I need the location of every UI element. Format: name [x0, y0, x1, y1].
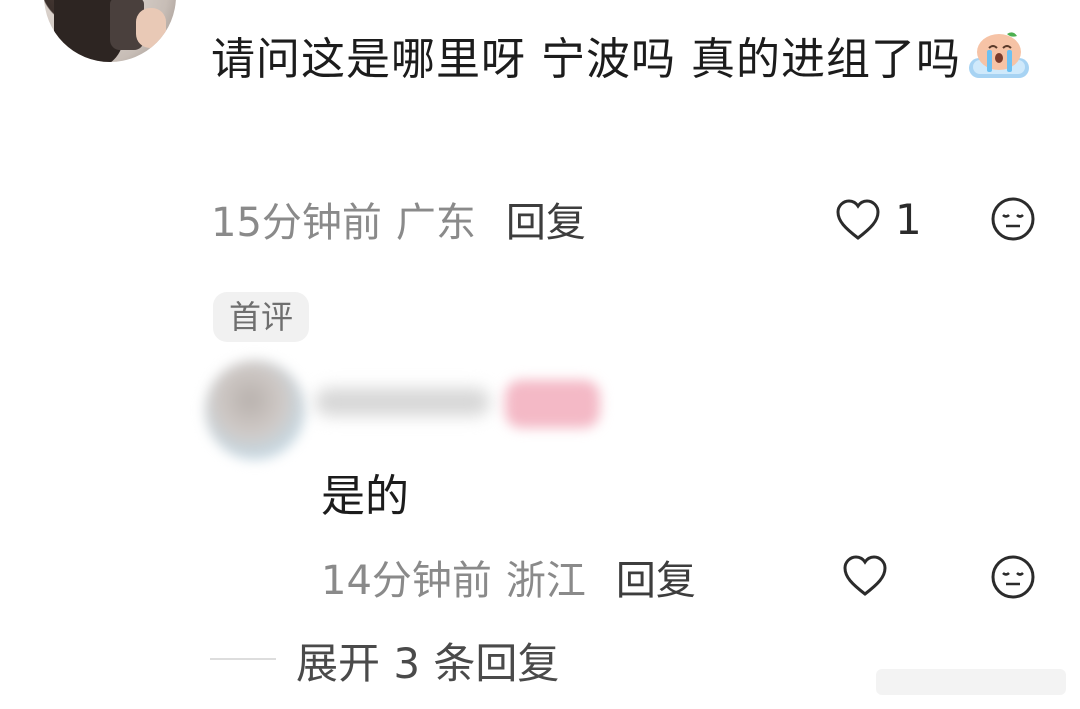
heart-outline-icon	[842, 554, 888, 598]
comment-time: 15分钟前	[211, 200, 382, 246]
reply-meta: 14分钟前 浙江 回复	[321, 548, 696, 606]
first-comment-badge: 首评	[213, 292, 310, 342]
reply-username[interactable]	[315, 388, 490, 416]
expand-divider	[210, 658, 276, 660]
comment-body: 请问这是哪里呀 宁波吗 真的进组了吗	[211, 26, 1031, 94]
comment-location: 广东	[395, 200, 476, 246]
neutral-face-icon[interactable]	[990, 196, 1036, 242]
commenter-avatar[interactable]	[44, 0, 176, 62]
like-button[interactable]: 1	[835, 195, 922, 244]
reply-reply-button[interactable]: 回复	[616, 558, 696, 604]
crying-peach-emoji-icon	[967, 30, 1031, 80]
reply-location: 浙江	[505, 558, 586, 604]
watermark	[876, 669, 1066, 695]
comment-text: 请问这是哪里呀 宁波吗 真的进组了吗	[211, 34, 961, 85]
reply-author-tag	[505, 380, 600, 428]
heart-outline-icon	[835, 198, 881, 242]
expand-replies-button[interactable]: 展开 3 条回复	[296, 630, 559, 691]
reply-avatar[interactable]	[205, 360, 305, 460]
reply-button[interactable]: 回复	[506, 200, 586, 246]
reply-time: 14分钟前	[321, 558, 492, 604]
comment-meta: 15分钟前 广东 回复	[211, 190, 586, 248]
neutral-face-icon[interactable]	[990, 554, 1036, 600]
reply-body: 是的	[321, 471, 409, 522]
like-count: 1	[895, 195, 922, 244]
reply-like-button[interactable]	[842, 554, 888, 598]
